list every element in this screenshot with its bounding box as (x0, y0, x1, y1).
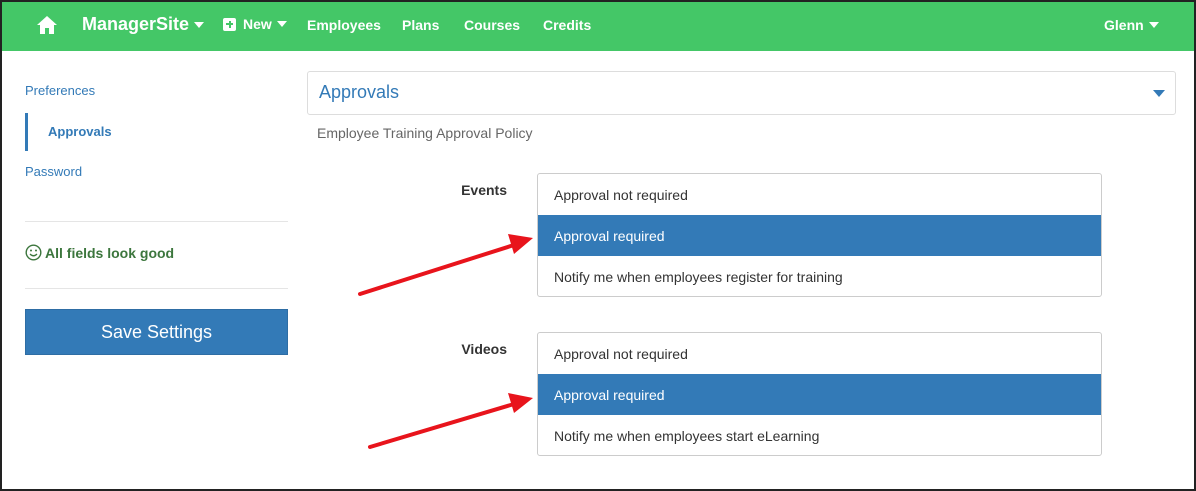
save-settings-button[interactable]: Save Settings (25, 309, 288, 355)
status-text: All fields look good (45, 244, 175, 261)
brand-menu[interactable]: ManagerSite (82, 14, 205, 35)
list-option-selected[interactable]: Approval required (538, 215, 1101, 256)
videos-listbox[interactable]: Approval not required Approval required … (537, 332, 1102, 456)
chevron-down-icon (276, 21, 287, 27)
events-label: Events (461, 182, 507, 198)
list-option[interactable]: Approval not required (538, 333, 1101, 374)
active-indicator (25, 113, 28, 151)
events-listbox[interactable]: Approval not required Approval required … (537, 173, 1102, 297)
sidebar-item-password[interactable]: Password (25, 164, 82, 179)
sidebar-item-preferences[interactable]: Preferences (25, 83, 95, 98)
brand-label: ManagerSite (82, 14, 190, 34)
divider (25, 221, 288, 222)
user-name: Glenn (1104, 17, 1144, 33)
policy-label: Employee Training Approval Policy (317, 125, 533, 141)
app-window: ManagerSite New Employees Plans Courses … (0, 0, 1196, 491)
list-option[interactable]: Notify me when employees register for tr… (538, 256, 1101, 296)
home-icon[interactable] (35, 13, 59, 37)
user-menu[interactable]: Glenn (1104, 17, 1159, 33)
list-option[interactable]: Notify me when employees start eLearning (538, 415, 1101, 455)
divider (25, 288, 288, 289)
panel-title: Approvals (319, 82, 400, 102)
approvals-panel-header[interactable]: Approvals (307, 71, 1176, 115)
list-option-selected[interactable]: Approval required (538, 374, 1101, 415)
new-menu[interactable]: New (223, 16, 287, 32)
chevron-down-icon[interactable] (1153, 90, 1165, 97)
sidebar-item-approvals[interactable]: Approvals (48, 124, 112, 139)
chevron-down-icon (1148, 22, 1159, 28)
red-arrow-icon (358, 234, 533, 296)
plus-icon (223, 17, 236, 31)
nav-courses[interactable]: Courses (464, 17, 520, 33)
validation-status: All fields look good (25, 244, 174, 261)
list-option[interactable]: Approval not required (538, 174, 1101, 215)
nav-employees[interactable]: Employees (307, 17, 381, 33)
videos-label: Videos (461, 341, 507, 357)
nav-plans[interactable]: Plans (402, 17, 439, 33)
chevron-down-icon (194, 21, 205, 28)
red-arrow-icon (368, 393, 533, 449)
nav-credits[interactable]: Credits (543, 17, 591, 33)
new-label: New (243, 16, 272, 32)
smile-icon (25, 244, 42, 261)
top-navbar: ManagerSite New Employees Plans Courses … (2, 2, 1194, 51)
